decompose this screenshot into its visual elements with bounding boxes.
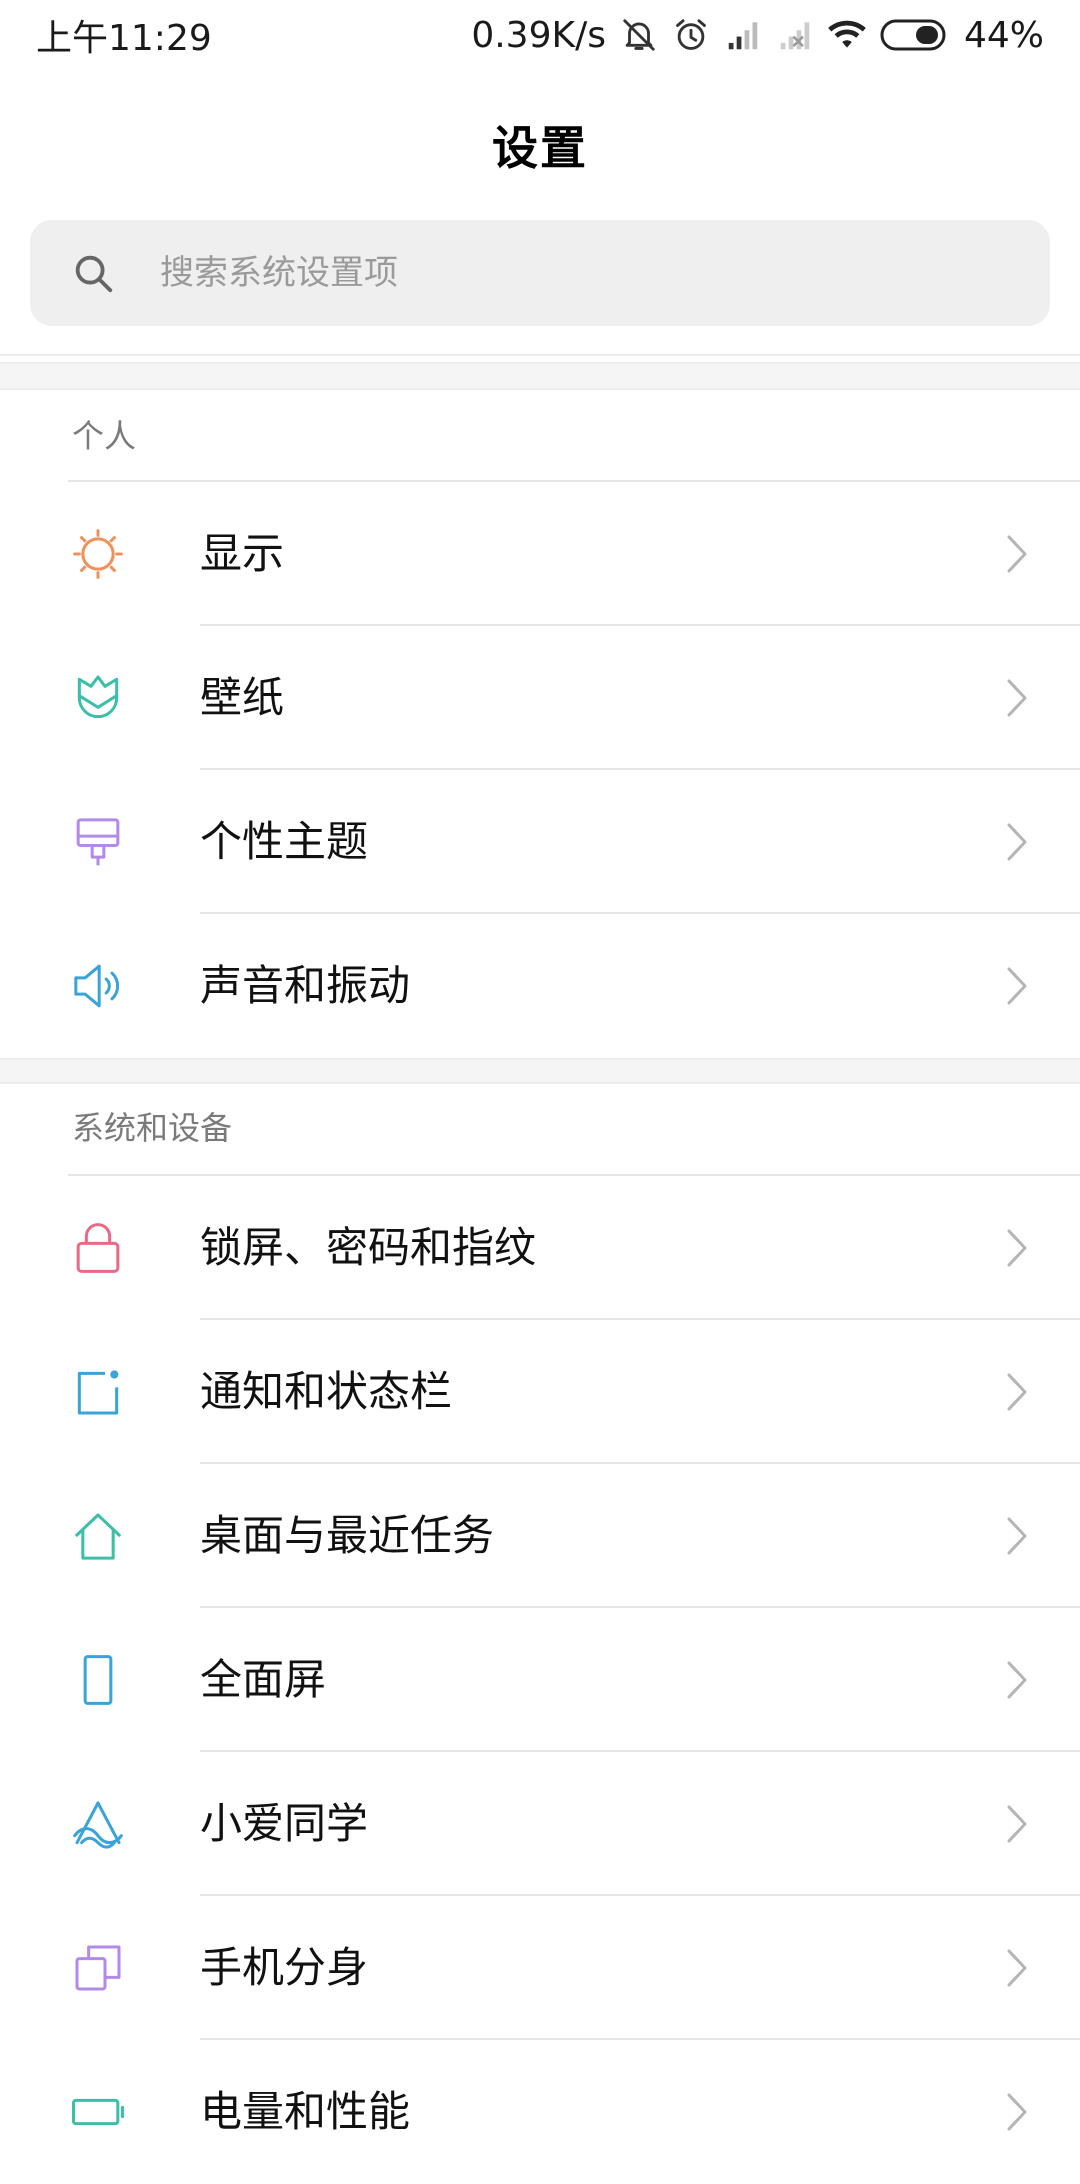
battery-outline-icon xyxy=(70,2084,126,2140)
status-bar: 上午11:29 0.39K/s 44% xyxy=(0,0,1080,70)
xiaoai-icon xyxy=(70,1796,126,1852)
sun-icon xyxy=(70,526,126,582)
lock-icon xyxy=(70,1220,126,1276)
settings-item-dual-space[interactable]: 手机分身 xyxy=(0,1896,1080,2040)
settings-item-label: 电量和性能 xyxy=(200,2087,411,2136)
chevron-right-icon xyxy=(1004,1371,1030,1413)
settings-item-label: 全面屏 xyxy=(200,1655,327,1704)
wifi-icon xyxy=(828,16,866,54)
search-bar[interactable] xyxy=(30,220,1050,326)
home-icon xyxy=(70,1508,126,1564)
settings-item-sound[interactable]: 声音和振动 xyxy=(0,914,1080,1058)
search-input[interactable] xyxy=(158,252,962,294)
settings-item-label: 桌面与最近任务 xyxy=(200,1511,495,1560)
settings-item-notifications[interactable]: 通知和状态栏 xyxy=(0,1320,1080,1464)
settings-item-xiaoai[interactable]: 小爱同学 xyxy=(0,1752,1080,1896)
settings-item-label: 手机分身 xyxy=(200,1943,369,1992)
signal-icon xyxy=(724,16,762,54)
alarm-icon xyxy=(672,16,710,54)
settings-item-label: 显示 xyxy=(200,529,285,578)
settings-item-battery[interactable]: 电量和性能 xyxy=(0,2040,1080,2184)
dual-space-icon xyxy=(70,1940,126,1996)
settings-item-label: 声音和振动 xyxy=(200,961,411,1010)
battery-percent: 44% xyxy=(963,14,1044,56)
chevron-right-icon xyxy=(1004,2091,1030,2133)
settings-item-label: 壁纸 xyxy=(200,673,285,722)
chevron-right-icon xyxy=(1004,965,1030,1007)
settings-item-full-screen[interactable]: 全面屏 xyxy=(0,1608,1080,1752)
battery-icon xyxy=(880,18,950,52)
settings-item-wallpaper[interactable]: 壁纸 xyxy=(0,626,1080,770)
signal-no-sim-icon xyxy=(776,16,814,54)
chevron-right-icon xyxy=(1004,1227,1030,1269)
section-header-personal: 个人 xyxy=(72,417,137,455)
settings-item-label: 小爱同学 xyxy=(200,1799,369,1848)
settings-item-home-screen[interactable]: 桌面与最近任务 xyxy=(0,1464,1080,1608)
chevron-right-icon xyxy=(1004,677,1030,719)
settings-item-label: 个性主题 xyxy=(200,817,369,866)
network-speed: 0.39K/s xyxy=(471,14,606,56)
chevron-right-icon xyxy=(1004,821,1030,863)
settings-item-display[interactable]: 显示 xyxy=(0,482,1080,626)
divider xyxy=(0,354,1080,356)
settings-item-label: 锁屏、密码和指纹 xyxy=(200,1223,537,1272)
settings-item-label: 通知和状态栏 xyxy=(200,1367,453,1416)
chevron-right-icon xyxy=(1004,1515,1030,1557)
tulip-icon xyxy=(70,670,126,726)
section-separator xyxy=(0,1058,1080,1084)
notification-icon xyxy=(70,1364,126,1420)
paint-brush-icon xyxy=(70,814,126,870)
page-header: 设置 xyxy=(0,70,1080,220)
chevron-right-icon xyxy=(1004,1659,1030,1701)
chevron-right-icon xyxy=(1004,533,1030,575)
section-separator xyxy=(0,362,1080,390)
page-title: 设置 xyxy=(492,121,588,175)
status-time: 上午11:29 xyxy=(36,18,212,59)
settings-item-lock-screen[interactable]: 锁屏、密码和指纹 xyxy=(0,1176,1080,1320)
chevron-right-icon xyxy=(1004,1947,1030,1989)
settings-item-themes[interactable]: 个性主题 xyxy=(0,770,1080,914)
section-header-system: 系统和设备 xyxy=(72,1109,233,1147)
phone-icon xyxy=(70,1652,126,1708)
speaker-icon xyxy=(70,958,126,1014)
search-icon xyxy=(70,250,116,296)
mute-bell-icon xyxy=(620,16,658,54)
chevron-right-icon xyxy=(1004,1803,1030,1845)
